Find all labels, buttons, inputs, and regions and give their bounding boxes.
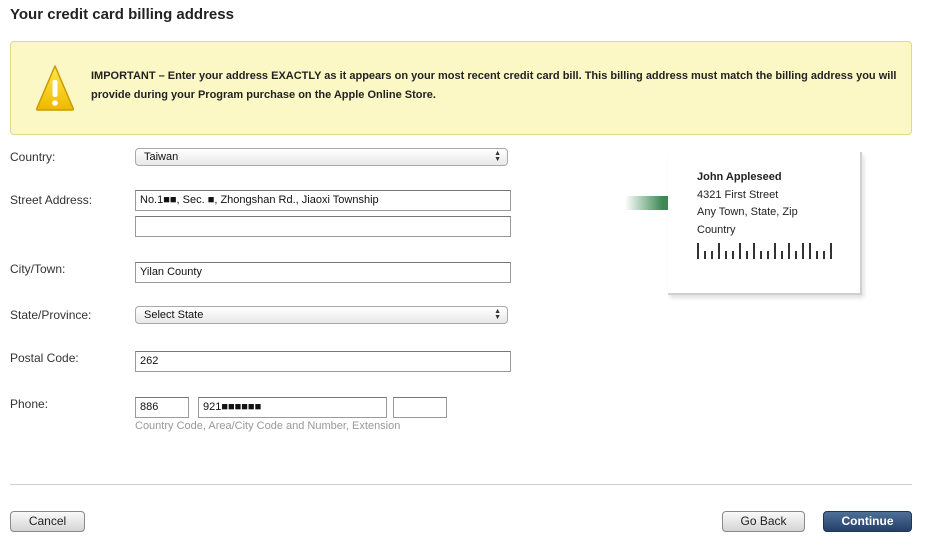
state-value: Select State (144, 309, 204, 321)
phone-hint: Country Code, Area/City Code and Number,… (135, 420, 401, 432)
select-arrows-icon: ▲ ▼ (494, 150, 501, 163)
phone-label: Phone: (10, 397, 49, 411)
street-address-line1-input[interactable]: No.1■■, Sec. ■, Zhongshan Rd., Jiaoxi To… (135, 190, 511, 211)
state-select[interactable]: Select State ▲ ▼ (135, 306, 508, 324)
sample-city: Any Town, State, Zip (697, 206, 798, 218)
divider (10, 484, 912, 485)
phone-number-input[interactable]: 921■■■■■■ (198, 397, 387, 418)
barcode-icon (697, 243, 832, 259)
warning-icon (35, 65, 75, 111)
important-notice: IMPORTANT – Enter your address EXACTLY a… (10, 41, 912, 135)
phone-country-code-input[interactable]: 886 (135, 397, 189, 418)
country-value: Taiwan (144, 151, 179, 163)
sample-street: 4321 First Street (697, 188, 779, 201)
street-address-label: Street Address: (10, 193, 93, 207)
notice-text: IMPORTANT – Enter your address EXACTLY a… (91, 70, 897, 101)
postal-code-label: Postal Code: (10, 351, 79, 365)
sample-address-card: John Appleseed 4321 First Street Any Tow… (668, 152, 862, 295)
select-arrows-icon: ▲ ▼ (494, 308, 501, 321)
country-label: Country: (10, 150, 56, 164)
page-title: Your credit card billing address (10, 6, 234, 23)
state-label: State/Province: (10, 308, 92, 322)
sample-name: John Appleseed (697, 171, 782, 183)
postal-code-input[interactable]: 262 (135, 351, 511, 372)
city-input[interactable]: Yilan County (135, 262, 511, 283)
continue-button[interactable]: Continue (823, 511, 912, 532)
cancel-button[interactable]: Cancel (10, 511, 85, 532)
go-back-button[interactable]: Go Back (722, 511, 805, 532)
country-select[interactable]: Taiwan ▲ ▼ (135, 148, 508, 166)
phone-extension-input[interactable] (393, 397, 447, 418)
sample-country: Country (697, 223, 736, 236)
street-address-line2-input[interactable] (135, 216, 511, 237)
city-label: City/Town: (10, 262, 66, 276)
